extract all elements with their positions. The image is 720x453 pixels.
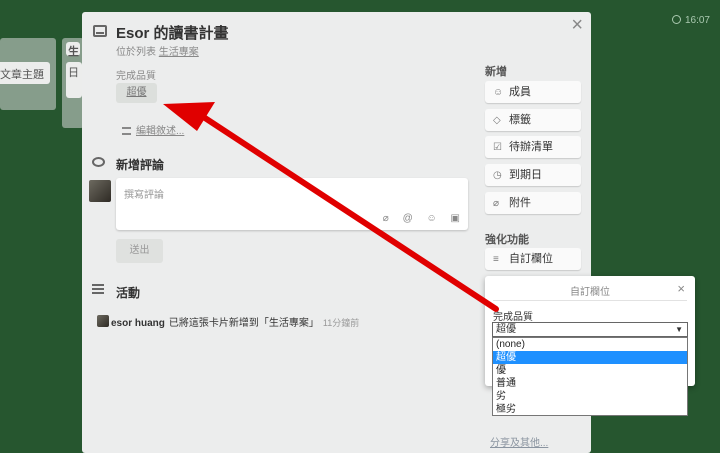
custom-field-value[interactable]: 超優 [116,83,157,103]
comment-toolbar: ⌀ @ ☺ ▣ [372,213,460,224]
dropdown-option[interactable]: 超優 [493,351,687,364]
board-card-title: 文章主題 [0,69,44,81]
add-comment-title: 新增評論 [116,158,165,172]
activity-time[interactable]: 11分鐘前 [323,318,359,328]
popover-field-label: 完成品質 [493,312,533,323]
activity-item: esor huang 已將這張卡片新增到「生活專案」 11分鐘前 [111,318,360,329]
avatar [97,315,109,327]
card-icon[interactable]: ▣ [451,213,460,224]
close-icon[interactable]: × [571,15,583,35]
custom-fields-button[interactable]: ≡ 自訂欄位 [485,248,581,270]
comment-placeholder: 撰寫評論 [124,190,164,201]
dropdown-option[interactable]: 優 [493,364,687,377]
list-link[interactable]: 生活專案 [159,47,199,58]
quality-select[interactable]: 超優 ▼ [492,322,688,337]
share-more-link[interactable]: 分享及其他... [490,434,548,449]
add-section-title: 新增 [485,66,507,78]
dropdown-option[interactable]: (none) [493,338,687,351]
mention-icon[interactable]: @ [403,213,413,224]
divider [493,300,687,301]
paperclip-icon[interactable]: ⌀ [383,213,389,224]
avatar [89,180,111,202]
checklist-icon: ☑ [493,142,502,153]
board-card: 文章主題 [0,62,50,84]
card-icon [93,25,107,37]
edit-description-link[interactable]: 編輯敘述... [122,122,184,137]
dropdown-option[interactable]: 普通 [493,377,687,390]
activity-icon [92,284,104,294]
fields-icon: ≡ [493,254,499,265]
paperclip-icon: ⌀ [493,198,500,209]
board-list-title: 生 [66,42,80,58]
clock-readout: 16:07 [671,15,710,26]
due-date-button[interactable]: ◷ 到期日 [485,164,581,186]
members-button[interactable]: ☺ 成員 [485,81,581,103]
powerups-section-title: 強化功能 [485,234,529,246]
activity-user[interactable]: esor huang [111,318,165,329]
person-icon: ☺ [493,87,504,98]
description-icon [122,127,131,135]
board-card: 日 [66,62,82,98]
dropdown-option[interactable]: 劣 [493,390,687,403]
clock-icon: ◷ [493,170,502,181]
checklist-button[interactable]: ☑ 待辦清單 [485,136,581,158]
tag-icon: ◇ [493,115,501,126]
dropdown-option[interactable]: 極劣 [493,403,687,416]
send-button[interactable]: 送出 [116,239,163,263]
labels-button[interactable]: ◇ 標籤 [485,109,581,131]
attachment-button[interactable]: ⌀ 附件 [485,192,581,214]
popover-title: 自訂欄位 [570,287,610,298]
chevron-down-icon: ▼ [675,325,683,334]
card-title[interactable]: Esor 的讀書計畫 [116,22,229,43]
activity-title: 活動 [116,286,141,300]
custom-field-label: 完成品質 [116,71,156,82]
card-location: 位於列表 生活專案 [116,47,199,58]
comment-icon [92,157,105,167]
comment-input[interactable]: 撰寫評論 ⌀ @ ☺ ▣ [116,178,468,230]
clock-icon [671,15,681,24]
close-icon[interactable]: × [677,281,685,296]
emoji-icon[interactable]: ☺ [427,213,437,224]
quality-dropdown: (none) 超優 優 普通 劣 極劣 [492,337,688,416]
